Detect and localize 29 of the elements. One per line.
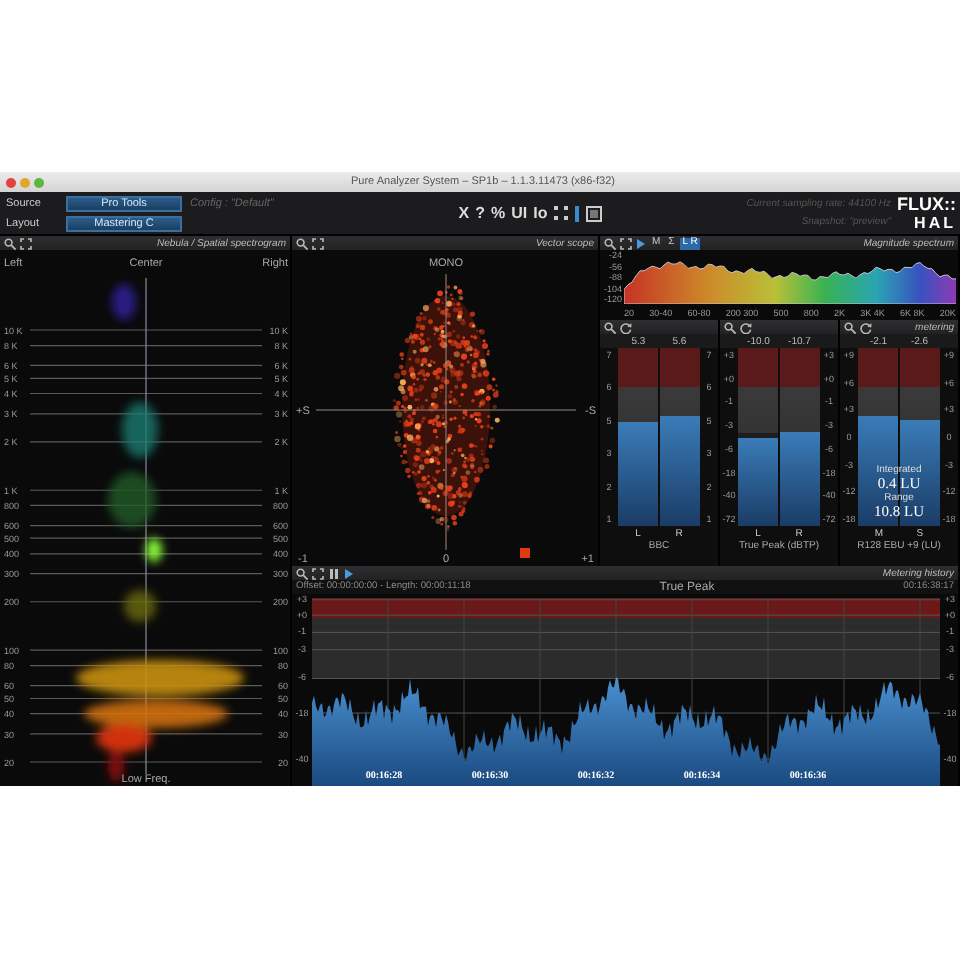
zoom-icon[interactable]: [604, 321, 616, 333]
close-button[interactable]: [6, 177, 16, 187]
tool-button[interactable]: %: [491, 204, 506, 222]
fullscreen-icon[interactable]: [20, 237, 32, 249]
window-icon[interactable]: [585, 205, 602, 221]
bar-icon[interactable]: [573, 205, 580, 221]
zoom-icon[interactable]: [724, 321, 736, 333]
fullscreen-icon[interactable]: [312, 237, 324, 249]
logo-text: FLUX::: [897, 194, 956, 214]
tool-button[interactable]: UI: [511, 204, 528, 222]
zoom-icon[interactable]: [4, 237, 16, 249]
play-icon[interactable]: [344, 567, 354, 579]
fullscreen-icon[interactable]: [312, 567, 324, 579]
indicator-square: [520, 548, 530, 558]
tool-button[interactable]: Io: [533, 204, 548, 222]
zoom-icon[interactable]: [296, 567, 308, 579]
zoom-icon[interactable]: [296, 237, 308, 249]
play-icon[interactable]: [636, 237, 646, 249]
refresh-icon[interactable]: [740, 321, 752, 333]
grid-icon[interactable]: [553, 206, 568, 220]
fullscreen-icon[interactable]: [620, 237, 632, 249]
zoom-icon[interactable]: [844, 321, 856, 333]
logo-subtext: HAL: [914, 214, 956, 232]
refresh-icon[interactable]: [860, 321, 872, 333]
zoom-icon[interactable]: [604, 237, 616, 249]
tool-button[interactable]: X: [458, 204, 470, 222]
refresh-icon[interactable]: [620, 321, 632, 333]
pause-icon[interactable]: [328, 567, 340, 579]
tool-button[interactable]: ?: [475, 204, 486, 222]
